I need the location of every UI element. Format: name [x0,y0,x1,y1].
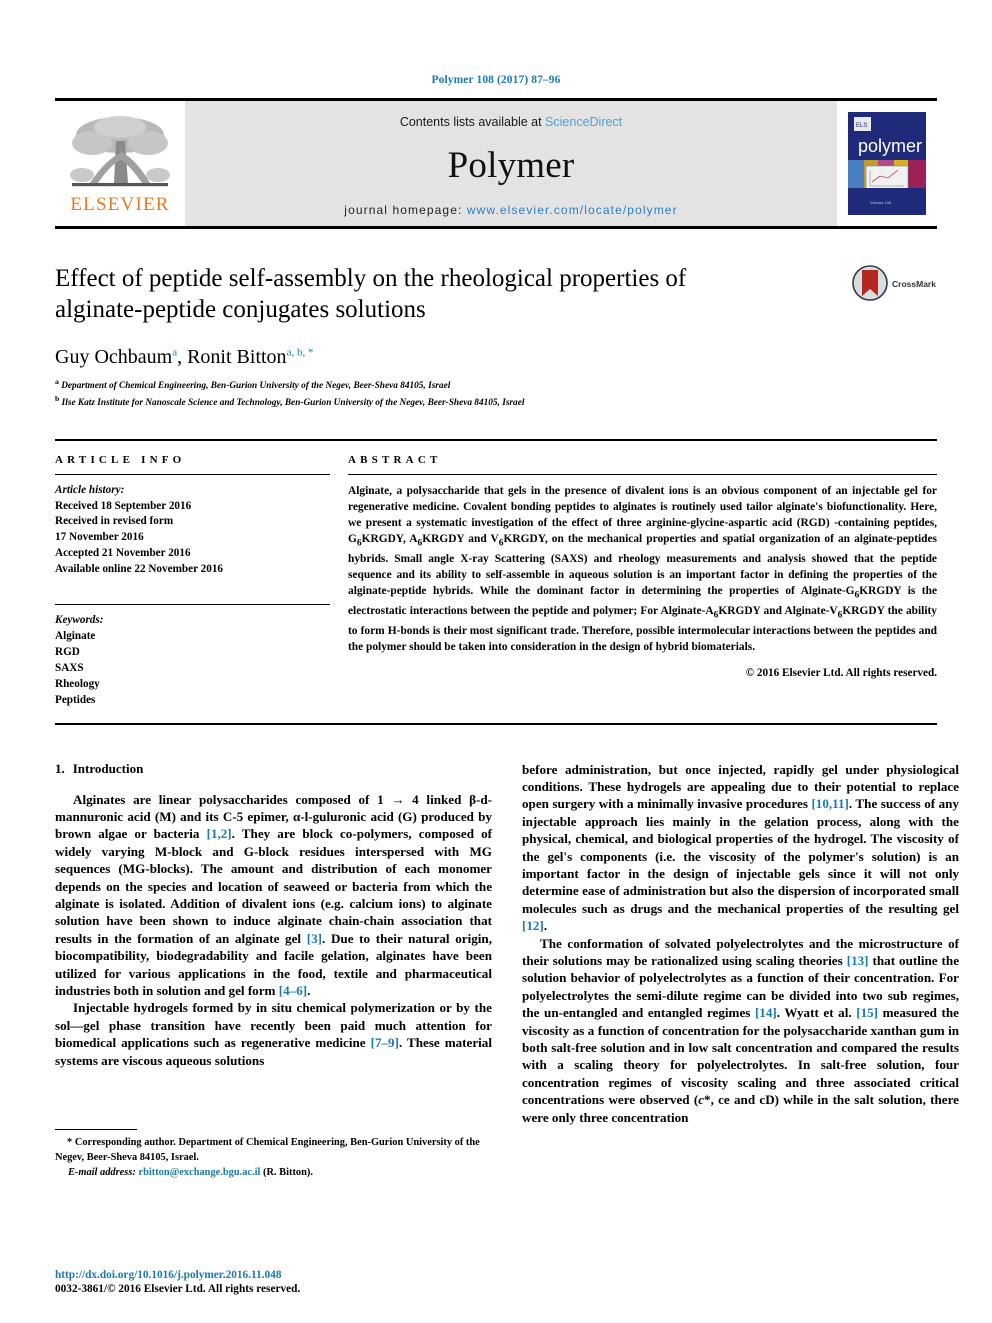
history-line-4: Accepted 21 November 2016 [55,547,191,560]
author-name-2: Ronit Bitton [187,345,287,368]
footer-doi-block: http://dx.doi.org/10.1016/j.polymer.2016… [55,1269,492,1295]
svg-text:polymer: polymer [858,136,922,156]
citation-1-2[interactable]: [1,2] [207,826,232,841]
article-info-column: ARTICLE INFO Article history: Received 1… [55,454,330,709]
keywords-block: Keywords: Alginate RGD SAXS Rheology Pep… [55,604,330,708]
abstract-copyright: © 2016 Elsevier Ltd. All rights reserved… [745,667,937,680]
affiliation-list: a Department of Chemical Engineering, Be… [55,376,937,411]
citation-3[interactable]: [3] [307,931,322,946]
title-block: Effect of peptide self-assembly on the r… [55,263,937,411]
citation-14[interactable]: [14] [755,1005,777,1020]
contents-prefix: Contents lists available at [399,115,546,129]
history-line-3: 17 November 2016 [55,531,144,544]
affiliation-mark-b: b [55,394,60,404]
affiliation-a: a Department of Chemical Engineering, Be… [55,376,937,394]
citation-4-6[interactable]: [4–6] [279,983,307,998]
article-info-heading: ARTICLE INFO [55,453,186,466]
email-owner: (R. Bitton). [263,1166,313,1178]
paragraph-right-1: before administration, but once injected… [522,761,959,934]
corresponding-author-note: * Corresponding author. Department of Ch… [55,1136,492,1166]
homepage-prefix: journal homepage: [344,203,467,217]
crossmark-badge[interactable]: CrossMark [851,265,937,301]
section-title-introduction: 1. Introduction [55,761,492,777]
email-note: E-mail address: rbitton@exchange.bgu.ac.… [55,1166,492,1181]
article-info-rule [55,473,330,475]
footnote-rule [55,1129,137,1130]
svg-text:Volume 108: Volume 108 [870,200,892,205]
paragraph-left-1: Alginates are linear polysaccharides com… [55,791,493,998]
email-label: E-mail address: [68,1166,136,1178]
history-line-1: Received 18 September 2016 [55,499,192,512]
elsevier-logo: ELSEVIER [55,101,185,226]
polymer-cover-image: ELS polymer Volume 108 [848,112,926,215]
article-history-label: Article history: [55,483,125,496]
email-link[interactable]: rbitton@exchange.bgu.ac.il [138,1167,260,1178]
affiliation-text-b: Ilse Katz Institute for Nanoscale Scienc… [61,398,525,409]
citation-7-9[interactable]: [7–9] [371,1035,399,1050]
body-column-left: 1. Introduction Alginates are linear poly… [55,761,492,1181]
elsevier-tree-icon [70,116,170,187]
page-title: Effect of peptide self-assembly on the r… [55,265,687,324]
section-name: Introduction [72,760,144,776]
journal-header-band: ELSEVIER Contents lists available at Sci… [55,98,937,229]
crossmark-icon [852,265,888,301]
journal-cover-thumbnail: ELS polymer Volume 108 [837,101,937,226]
journal-homepage-link[interactable]: www.elsevier.com/locate/polymer [467,203,678,217]
corresponding-author-text: Corresponding author. Department of Chem… [55,1137,480,1163]
history-line-5: Available online 22 November 2016 [55,563,224,576]
abstract-column: ABSTRACT Alginate, a polysaccharide that… [348,454,937,709]
keyword-item: Peptides [55,693,96,706]
author-affil-marks-2: a, b, * [286,345,314,358]
affiliation-b: b Ilse Katz Institute for Nanoscale Scie… [55,393,937,411]
sciencedirect-link[interactable]: ScienceDirect [545,115,622,129]
abstract-rule [348,473,937,475]
author-affil-marks-1: a [172,345,178,358]
citation-13[interactable]: [13] [847,953,869,968]
svg-text:ELS: ELS [856,123,867,129]
citation-10-11[interactable]: [10,11] [811,796,848,811]
body-column-right: before administration, but once injected… [522,761,959,1181]
affiliation-mark-a: a [55,376,59,386]
elsevier-wordmark: ELSEVIER [70,194,170,215]
running-head: Polymer 108 (2017) 87–96 [431,74,561,86]
keyword-item: SAXS [55,661,84,674]
abstract-heading: ABSTRACT [348,453,442,466]
crossmark-label: CrossMark [892,278,936,289]
keyword-item: Alginate [55,629,96,642]
keyword-item: Rheology [55,677,100,690]
author-name-1: Guy Ochbaum [55,345,173,368]
contents-lists-line: Contents lists available at ScienceDirec… [400,115,622,129]
author-list: Guy Ochbauma, Ronit Bittona, b, * [55,345,314,368]
doi-link[interactable]: http://dx.doi.org/10.1016/j.polymer.2016… [55,1269,492,1281]
journal-title: Polymer [447,145,575,186]
citation-15[interactable]: [15] [856,1005,878,1020]
keywords-rule [55,604,330,606]
article-page: Polymer 108 (2017) 87–96 ELSEVIER Conten… [0,0,992,1323]
abstract-text: Alginate, a polysaccharide that gels in … [348,484,937,654]
journal-homepage-line: journal homepage: www.elsevier.com/locat… [344,203,677,217]
keyword-item: RGD [55,645,80,658]
affiliation-text-a: Department of Chemical Engineering, Ben-… [61,380,451,391]
body-columns: 1. Introduction Alginates are linear poly… [55,761,959,1181]
issn-copyright: 0032-3861/© 2016 Elsevier Ltd. All right… [55,1283,301,1295]
paragraph-right-2: The conformation of solvated polyelectro… [522,935,960,1125]
article-history: Article history: Received 18 September 2… [55,483,330,578]
citation-12[interactable]: [12] [522,918,544,933]
history-line-2: Received in revised form [55,515,174,528]
footnote-star: * [67,1137,73,1148]
info-abstract-panel: ARTICLE INFO Article history: Received 1… [55,438,937,725]
journal-band-center: Contents lists available at ScienceDirec… [185,101,837,226]
paragraph-left-2: Injectable hydrogels formed by in situ c… [55,1000,492,1068]
footnote-block: * Corresponding author. Department of Ch… [55,1129,492,1180]
keywords-label: Keywords: [55,614,104,627]
section-number: 1. [55,760,65,776]
